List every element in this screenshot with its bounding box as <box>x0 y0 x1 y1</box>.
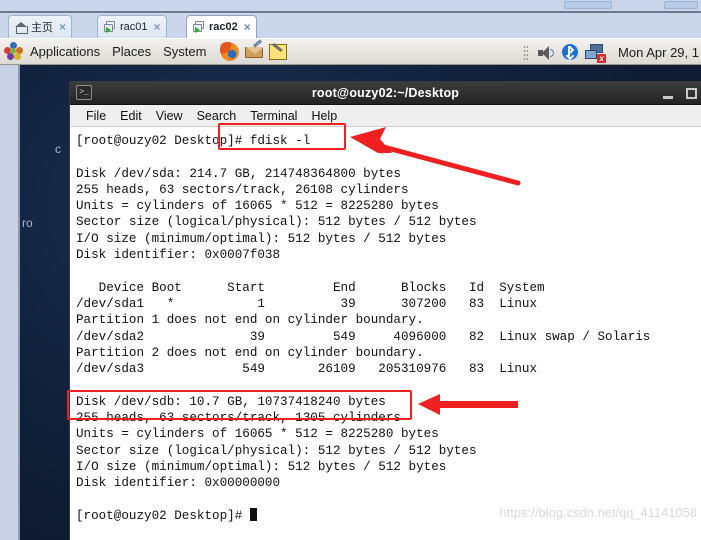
bluetooth-icon[interactable] <box>560 43 580 63</box>
terminal-menu-help[interactable]: Help <box>304 105 344 127</box>
tab-rac01-label: rac01 <box>120 21 148 33</box>
terminal-menu-file[interactable]: File <box>79 105 113 127</box>
volume-icon[interactable] <box>536 43 556 63</box>
tab-home-close-icon[interactable]: × <box>59 21 66 33</box>
terminal-line: [root@ouzy02 Desktop]# fdisk -l <box>76 134 311 148</box>
chrome-top-button-2[interactable] <box>664 1 698 9</box>
tab-rac02[interactable]: rac02 × <box>186 15 257 38</box>
menu-places[interactable]: Places <box>106 38 157 65</box>
home-icon <box>15 21 28 34</box>
tab-rac02-close-icon[interactable]: × <box>244 21 251 33</box>
gnome-panel: Applications Places System x Mon Apr 29,… <box>0 38 701 65</box>
session-icon <box>104 20 117 34</box>
terminal-line: Sector size (logical/physical): 512 byte… <box>76 443 477 458</box>
panel-tray: x Mon Apr 29, 1 <box>521 39 701 66</box>
terminal-line: Partition 2 does not end on cylinder bou… <box>76 345 424 360</box>
terminal-app-icon: >_ <box>76 85 92 100</box>
terminal-line: Disk /dev/sdb: 10.7 GB, 10737418240 byte… <box>76 394 386 409</box>
terminal-line: Units = cylinders of 16065 * 512 = 82252… <box>76 199 439 214</box>
menu-system[interactable]: System <box>157 38 212 65</box>
tab-bar: 主页 × rac01 × rac02 × <box>0 13 701 38</box>
terminal-menu-view[interactable]: View <box>149 105 190 127</box>
desktop-left-edge <box>0 65 18 540</box>
terminal-title-text: root@ouzy02:~/Desktop <box>311 86 460 100</box>
screen: 主页 × rac01 × rac02 × Applications Places… <box>0 0 701 540</box>
desktop-left-border <box>18 65 20 540</box>
terminal-line: Disk identifier: 0x0007f038 <box>76 248 281 263</box>
text-editor-icon[interactable] <box>268 42 288 62</box>
terminal-line: Device Boot Start End Blocks Id System <box>76 280 545 295</box>
mail-icon[interactable] <box>244 38 265 62</box>
terminal-output-area[interactable]: [root@ouzy02 Desktop]# fdisk -l Disk /de… <box>70 127 701 539</box>
desktop-text-fragment-2: ro <box>22 216 33 230</box>
gnome-foot-icon[interactable] <box>4 41 24 62</box>
terminal-line: 255 heads, 63 sectors/track, 1305 cylind… <box>76 411 401 426</box>
panel-clock[interactable]: Mon Apr 29, 1 <box>608 45 699 60</box>
tab-home-label: 主页 <box>31 22 53 34</box>
terminal-line: /dev/sda1 * 1 39 307200 83 Linux <box>76 296 538 311</box>
chrome-top-button-1[interactable] <box>564 1 612 9</box>
terminal-menu-terminal[interactable]: Terminal <box>243 105 304 127</box>
tab-home[interactable]: 主页 × <box>8 15 73 38</box>
terminal-window: >_ root@ouzy02:~/Desktop File Edit View … <box>70 82 701 540</box>
maximize-button[interactable] <box>686 88 697 99</box>
tray-grip[interactable] <box>523 44 529 61</box>
terminal-line: I/O size (minimum/optimal): 512 bytes / … <box>76 231 447 246</box>
terminal-line: Disk identifier: 0x00000000 <box>76 476 281 491</box>
watermark: https://blog.csdn.net/qq_41141058 <box>499 506 697 520</box>
network-disconnected-icon[interactable]: x <box>584 43 607 63</box>
terminal-window-buttons <box>663 82 697 105</box>
terminal-menu-edit[interactable]: Edit <box>113 105 149 127</box>
terminal-line: 255 heads, 63 sectors/track, 26108 cylin… <box>76 182 409 197</box>
session-icon <box>193 20 206 34</box>
terminal-line: I/O size (minimum/optimal): 512 bytes / … <box>76 459 447 474</box>
desktop-text-fragment-1: c <box>55 142 61 156</box>
tab-rac01-close-icon[interactable]: × <box>154 21 161 33</box>
terminal-line: /dev/sda2 39 549 4096000 82 Linux swap /… <box>76 329 651 344</box>
firefox-icon[interactable] <box>220 41 240 62</box>
terminal-title-bar[interactable]: >_ root@ouzy02:~/Desktop <box>70 82 701 105</box>
terminal-line: Sector size (logical/physical): 512 byte… <box>76 215 477 230</box>
terminal-cursor <box>249 507 258 521</box>
terminal-menu-bar: File Edit View Search Terminal Help <box>70 105 701 127</box>
terminal-line: Disk /dev/sda: 214.7 GB, 214748364800 by… <box>76 166 401 181</box>
terminal-menu-search[interactable]: Search <box>190 105 244 127</box>
menu-applications[interactable]: Applications <box>24 38 106 65</box>
terminal-line: Partition 1 does not end on cylinder bou… <box>76 313 424 328</box>
terminal-line: /dev/sda3 549 26109 205310976 83 Linux <box>76 362 538 377</box>
tab-rac02-label: rac02 <box>209 21 238 33</box>
terminal-line: Units = cylinders of 16065 * 512 = 82252… <box>76 427 439 442</box>
tab-rac01[interactable]: rac01 × <box>97 15 167 38</box>
minimize-button[interactable] <box>663 95 673 99</box>
